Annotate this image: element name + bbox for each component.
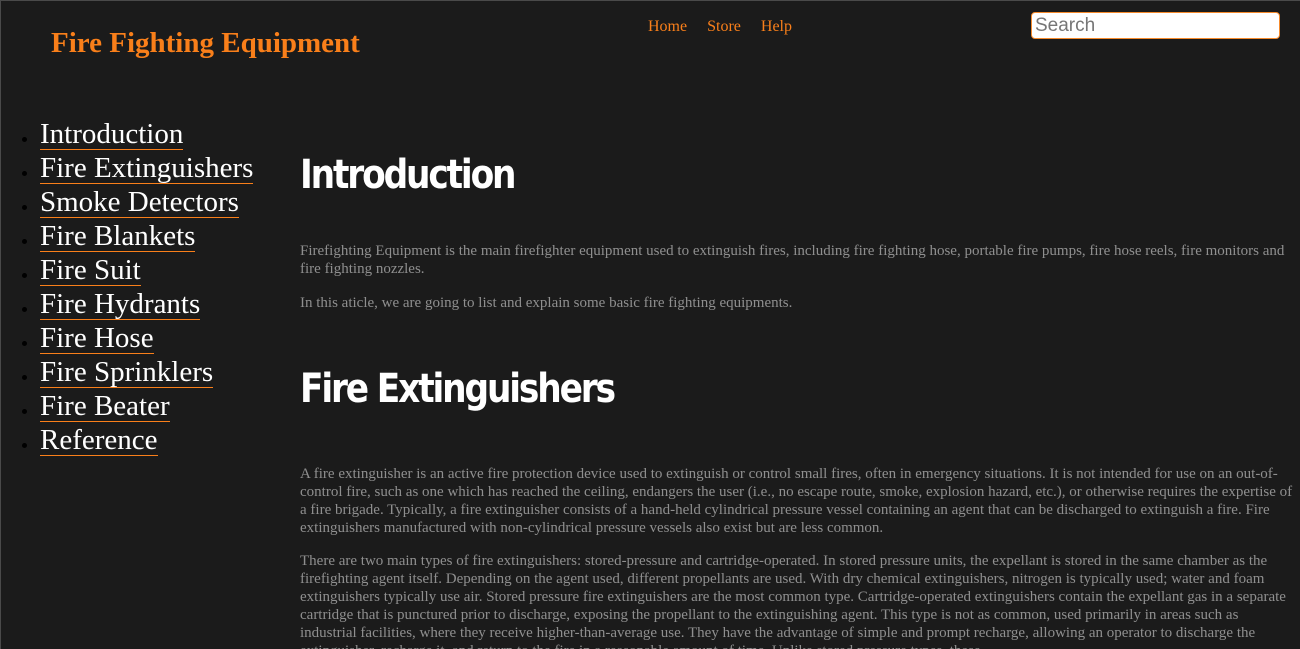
- sidebar-link-fire-hose[interactable]: Fire Hose: [40, 323, 154, 354]
- sidebar-item-reference: Reference: [1, 425, 253, 459]
- sidebar-link-introduction[interactable]: Introduction: [40, 119, 184, 150]
- sidebar-link-fire-hydrants[interactable]: Fire Hydrants: [40, 289, 201, 320]
- sidebar-link-fire-suit[interactable]: Fire Suit: [40, 255, 141, 286]
- sidebar-item-smoke-detectors: Smoke Detectors: [1, 187, 253, 221]
- nav-link-help[interactable]: Help: [761, 17, 792, 37]
- bullet-icon: [22, 409, 27, 414]
- bullet-icon: [22, 307, 27, 312]
- section-fire-extinguishers: Fire Extinguishers A fire extinguisher i…: [300, 355, 1296, 649]
- section-paragraph: Firefighting Equipment is the main firef…: [300, 243, 1285, 277]
- bullet-icon: [22, 137, 27, 142]
- sidebar-item-fire-hose: Fire Hose: [1, 323, 253, 357]
- bullet-icon: [22, 443, 27, 448]
- section-paragraph: A fire extinguisher is an active fire pr…: [300, 466, 1293, 536]
- section-introduction: Introduction Firefighting Equipment is t…: [300, 141, 1296, 312]
- sidebar-link-reference[interactable]: Reference: [40, 425, 158, 456]
- site-title: Fire Fighting Equipment: [51, 27, 360, 59]
- bullet-icon: [22, 171, 27, 176]
- top-nav: Home Store Help: [648, 17, 792, 37]
- section-heading: Fire Extinguishers: [300, 366, 616, 412]
- bullet-icon: [22, 375, 27, 380]
- section-heading: Introduction: [300, 152, 517, 198]
- section-paragraph: There are two main types of fire extingu…: [300, 553, 1286, 649]
- sidebar-link-fire-extinguishers[interactable]: Fire Extinguishers: [40, 153, 254, 184]
- search-input[interactable]: [1031, 12, 1280, 39]
- sidebar-item-fire-sprinklers: Fire Sprinklers: [1, 357, 253, 391]
- nav-link-store[interactable]: Store: [707, 17, 741, 37]
- sidebar-item-fire-suit: Fire Suit: [1, 255, 253, 289]
- section-paragraph: In this aticle, we are going to list and…: [300, 295, 793, 311]
- sidebar-link-smoke-detectors[interactable]: Smoke Detectors: [40, 187, 239, 218]
- sidebar-item-fire-blankets: Fire Blankets: [1, 221, 253, 255]
- main-content: Introduction Firefighting Equipment is t…: [300, 141, 1296, 649]
- sidebar-item-fire-hydrants: Fire Hydrants: [1, 289, 253, 323]
- sidebar-link-fire-beater[interactable]: Fire Beater: [40, 391, 170, 422]
- sidebar-link-fire-sprinklers[interactable]: Fire Sprinklers: [40, 357, 214, 388]
- sidebar-item-fire-beater: Fire Beater: [1, 391, 253, 425]
- bullet-icon: [22, 341, 27, 346]
- bullet-icon: [22, 273, 27, 278]
- sidebar-nav: Introduction Fire Extinguishers Smoke De…: [1, 119, 254, 459]
- sidebar-link-fire-blankets[interactable]: Fire Blankets: [40, 221, 196, 252]
- sidebar-item-introduction: Introduction: [1, 119, 253, 153]
- nav-link-home[interactable]: Home: [648, 17, 687, 37]
- sidebar-item-fire-extinguishers: Fire Extinguishers: [1, 153, 254, 187]
- bullet-icon: [22, 205, 27, 210]
- bullet-icon: [22, 239, 27, 244]
